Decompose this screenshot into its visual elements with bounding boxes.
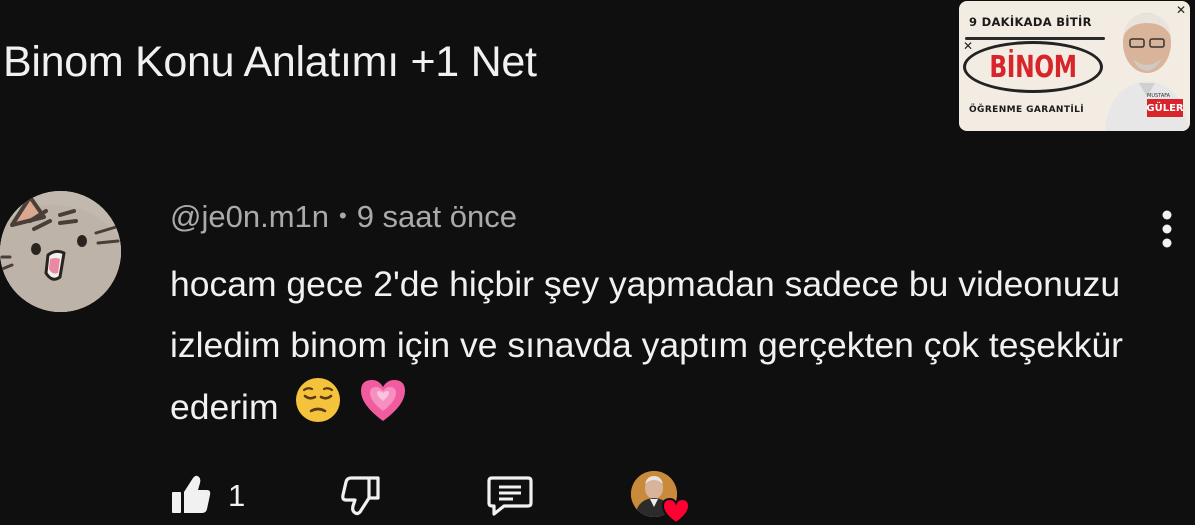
thumbnail-circle: BİNOM: [963, 41, 1103, 93]
pensive-face-icon: [294, 376, 342, 443]
like-count: 1: [228, 478, 246, 513]
meta-separator: •: [339, 203, 347, 228]
comment-icon[interactable]: [486, 475, 534, 517]
comment-time: 9 saat önce: [356, 199, 517, 234]
video-title: Binom Konu Anlatımı +1 Net: [3, 38, 537, 86]
thumbnail-divider: [965, 37, 1105, 40]
thumbs-up-icon[interactable]: [169, 472, 213, 516]
comment-body: hocam gece 2'de hiçbir şey yapmadan sade…: [170, 254, 1160, 443]
presenter-name-badge: GÜLER: [1146, 99, 1184, 117]
video-thumbnail[interactable]: 9 DAKİKADA BİTİR ✕ ✕ BİNOM ÖĞRENME GARAN…: [959, 1, 1190, 131]
growing-heart-icon: [358, 377, 408, 442]
thumbnail-main-text: BİNOM: [989, 49, 1077, 85]
heart-icon: [661, 497, 691, 525]
thumbnail-x-mark: ✕: [963, 39, 974, 53]
avatar[interactable]: [0, 191, 121, 312]
thumbs-down-icon[interactable]: [338, 474, 382, 518]
thumbnail-bottom-text: ÖĞRENME GARANTİLİ: [969, 105, 1085, 115]
comment-author[interactable]: @je0n.m1n: [170, 199, 329, 234]
vertical-dots-icon[interactable]: [1154, 208, 1180, 250]
cat-avatar-image: [0, 191, 121, 312]
comment-meta: @je0n.m1n • 9 saat önce: [170, 199, 517, 235]
thumbnail-top-text: 9 DAKİKADA BİTİR: [969, 15, 1092, 29]
